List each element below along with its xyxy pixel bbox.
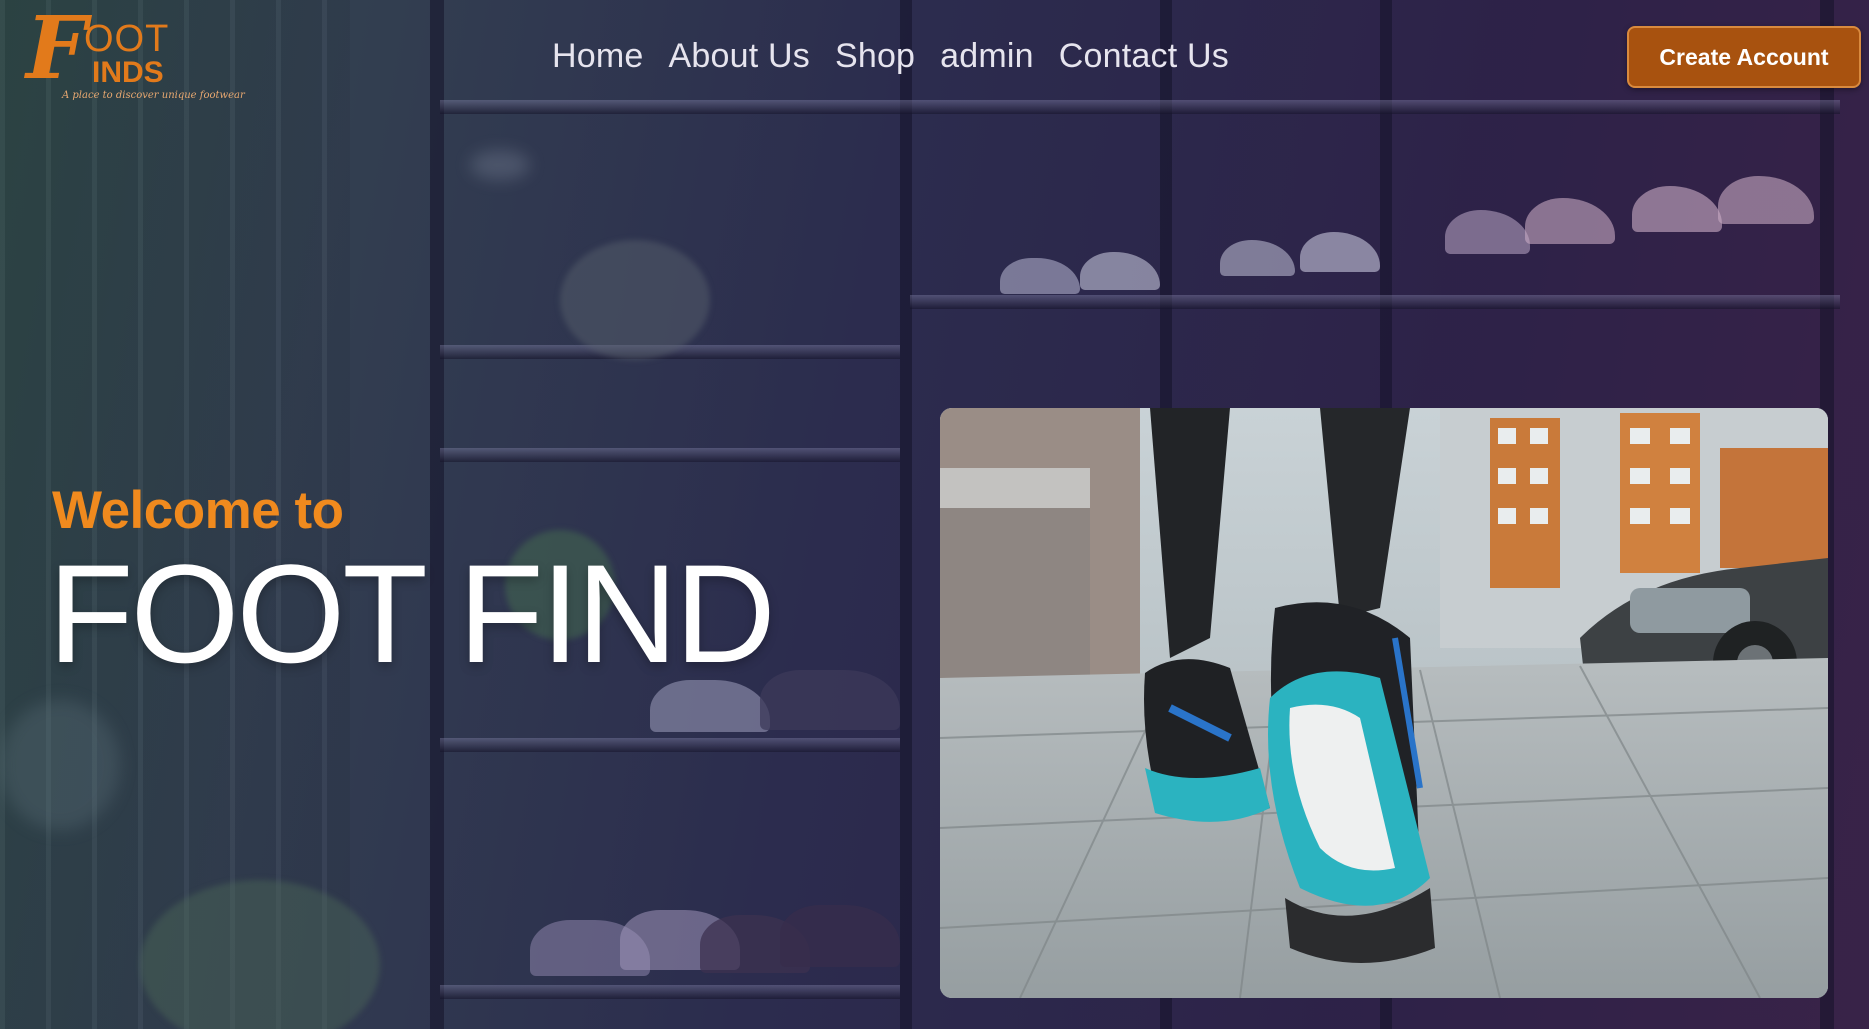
shelf-post bbox=[430, 0, 444, 1029]
shoe-display bbox=[1300, 232, 1380, 272]
shoe-display bbox=[1718, 176, 1814, 224]
nav-admin[interactable]: admin bbox=[940, 34, 1034, 78]
hero-welcome-text: Welcome to bbox=[52, 481, 344, 540]
shoe-display bbox=[1525, 198, 1615, 244]
shelf bbox=[910, 295, 1840, 309]
shelf bbox=[440, 738, 900, 752]
logo-line-2: INDS bbox=[92, 56, 164, 89]
shelf-post bbox=[900, 0, 912, 1029]
create-account-button[interactable]: Create Account bbox=[1627, 26, 1861, 88]
nav-home[interactable]: Home bbox=[552, 34, 644, 78]
logo-initial: F bbox=[26, 0, 88, 99]
brand-logo[interactable]: F OOT INDS A place to discover unique fo… bbox=[18, 6, 245, 104]
shelf bbox=[440, 448, 900, 462]
nav-contact-us[interactable]: Contact Us bbox=[1059, 34, 1229, 78]
logo-tagline: A place to discover unique footwear bbox=[62, 90, 245, 101]
shoe-display bbox=[760, 670, 900, 730]
shelf bbox=[440, 985, 900, 999]
plant bbox=[560, 240, 710, 360]
shoe-display bbox=[1080, 252, 1160, 290]
nav-about-us[interactable]: About Us bbox=[669, 34, 810, 78]
shoe-display bbox=[1632, 186, 1722, 232]
main-nav: Home About Us Shop admin Contact Us bbox=[552, 34, 1229, 78]
shoe-display bbox=[1445, 210, 1530, 254]
nav-shop[interactable]: Shop bbox=[835, 34, 915, 78]
shoe-display bbox=[780, 905, 900, 967]
hero-title: FOOT FIND bbox=[48, 535, 776, 692]
shoe-display bbox=[1220, 240, 1295, 276]
logo-line-1: OOT bbox=[84, 18, 170, 60]
shelf bbox=[440, 100, 1840, 114]
running-shoe-photo bbox=[940, 408, 1828, 998]
shoe-display bbox=[1000, 258, 1080, 294]
